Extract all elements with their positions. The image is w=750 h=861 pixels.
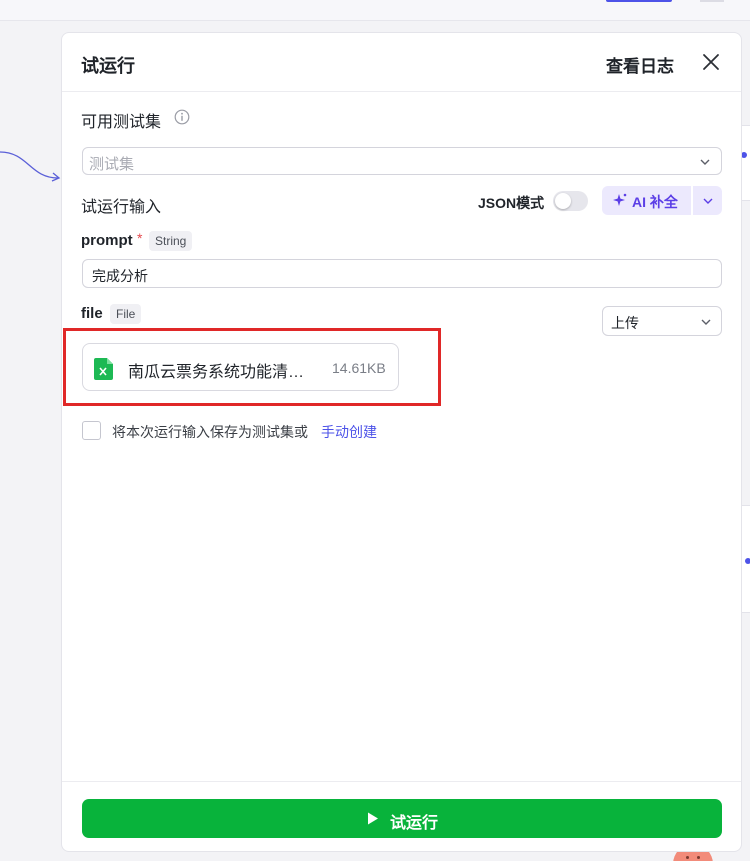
file-field-name: file (81, 305, 103, 322)
save-as-test-set-checkbox[interactable] (82, 421, 101, 440)
chevron-down-icon (701, 319, 711, 325)
save-as-test-set-text: 将本次运行输入保存为测试集或 (112, 424, 308, 440)
prompt-type-tag: String (149, 231, 193, 251)
avatar-eye (686, 856, 689, 859)
prompt-value: 完成分析 (92, 268, 148, 284)
toolbar-active-button[interactable] (606, 0, 672, 2)
ai-fill-dropdown[interactable] (693, 186, 722, 215)
play-icon (368, 812, 378, 825)
required-mark: * (137, 230, 143, 246)
json-mode-toggle[interactable] (553, 191, 588, 211)
sparkle-icon (613, 193, 627, 206)
test-set-select[interactable]: 测试集 (82, 147, 722, 175)
run-button[interactable]: 试运行 (82, 799, 722, 838)
file-source-value: 上传 (611, 315, 639, 331)
chevron-down-icon (700, 159, 710, 165)
panel-title: 试运行 (81, 56, 135, 76)
ai-fill-label: AI 补全 (632, 194, 678, 210)
test-set-placeholder: 测试集 (89, 156, 135, 173)
test-set-label: 可用测试集 (81, 114, 162, 131)
run-button-label: 试运行 (390, 815, 439, 832)
info-circle-icon[interactable] (174, 109, 190, 125)
canvas-top-toolbar (0, 0, 750, 21)
test-run-panel: 试运行 查看日志 可用测试集 测试集 试运行输入 JSON模式 AI 补全 pr… (61, 32, 742, 852)
file-type-tag: File (110, 304, 142, 324)
close-icon[interactable] (700, 51, 722, 73)
view-log-button[interactable]: 查看日志 (606, 52, 674, 77)
node-port[interactable] (745, 558, 750, 564)
file-source-select[interactable]: 上传 (602, 306, 722, 336)
toggle-knob (555, 193, 571, 209)
run-input-label: 试运行输入 (81, 199, 162, 216)
json-mode-label: JSON模式 (478, 195, 545, 211)
manual-create-link[interactable]: 手动创建 (321, 422, 377, 442)
prompt-field-name: prompt (81, 232, 133, 249)
ai-fill-button[interactable]: AI 补全 (602, 186, 691, 215)
prompt-input[interactable]: 完成分析 (82, 259, 722, 288)
footer-divider (62, 781, 741, 782)
workflow-connection-line (0, 151, 61, 182)
chevron-down-icon (703, 198, 713, 204)
toolbar-button[interactable] (700, 0, 724, 2)
avatar-eye (697, 856, 700, 859)
highlight-annotation-box (63, 328, 441, 406)
panel-header: 试运行 查看日志 (62, 33, 741, 92)
